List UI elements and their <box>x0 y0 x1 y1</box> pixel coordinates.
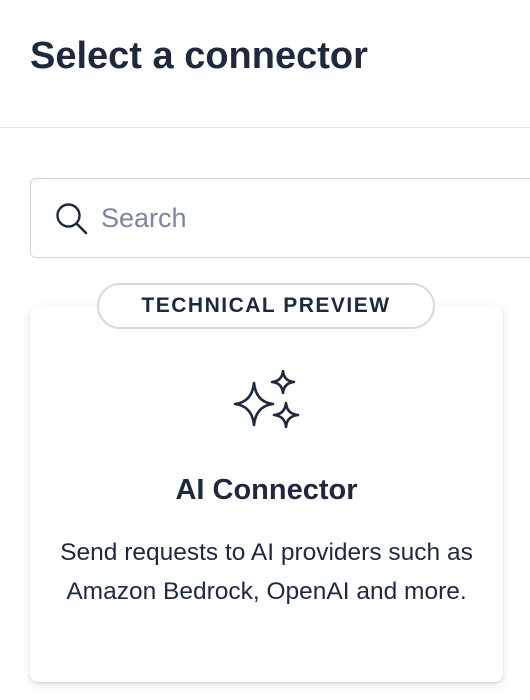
search-input[interactable] <box>101 179 530 257</box>
search-field[interactable] <box>30 178 530 258</box>
sparkles-icon <box>232 369 302 436</box>
connector-title: AI Connector <box>175 474 358 506</box>
technical-preview-badge: TECHNICAL PREVIEW <box>97 283 435 329</box>
page-title: Select a connector <box>30 35 368 77</box>
flyout-header: Select a connector <box>0 0 530 128</box>
search-icon <box>54 201 90 237</box>
connector-description: Send requests to AI providers such as Am… <box>60 539 473 605</box>
